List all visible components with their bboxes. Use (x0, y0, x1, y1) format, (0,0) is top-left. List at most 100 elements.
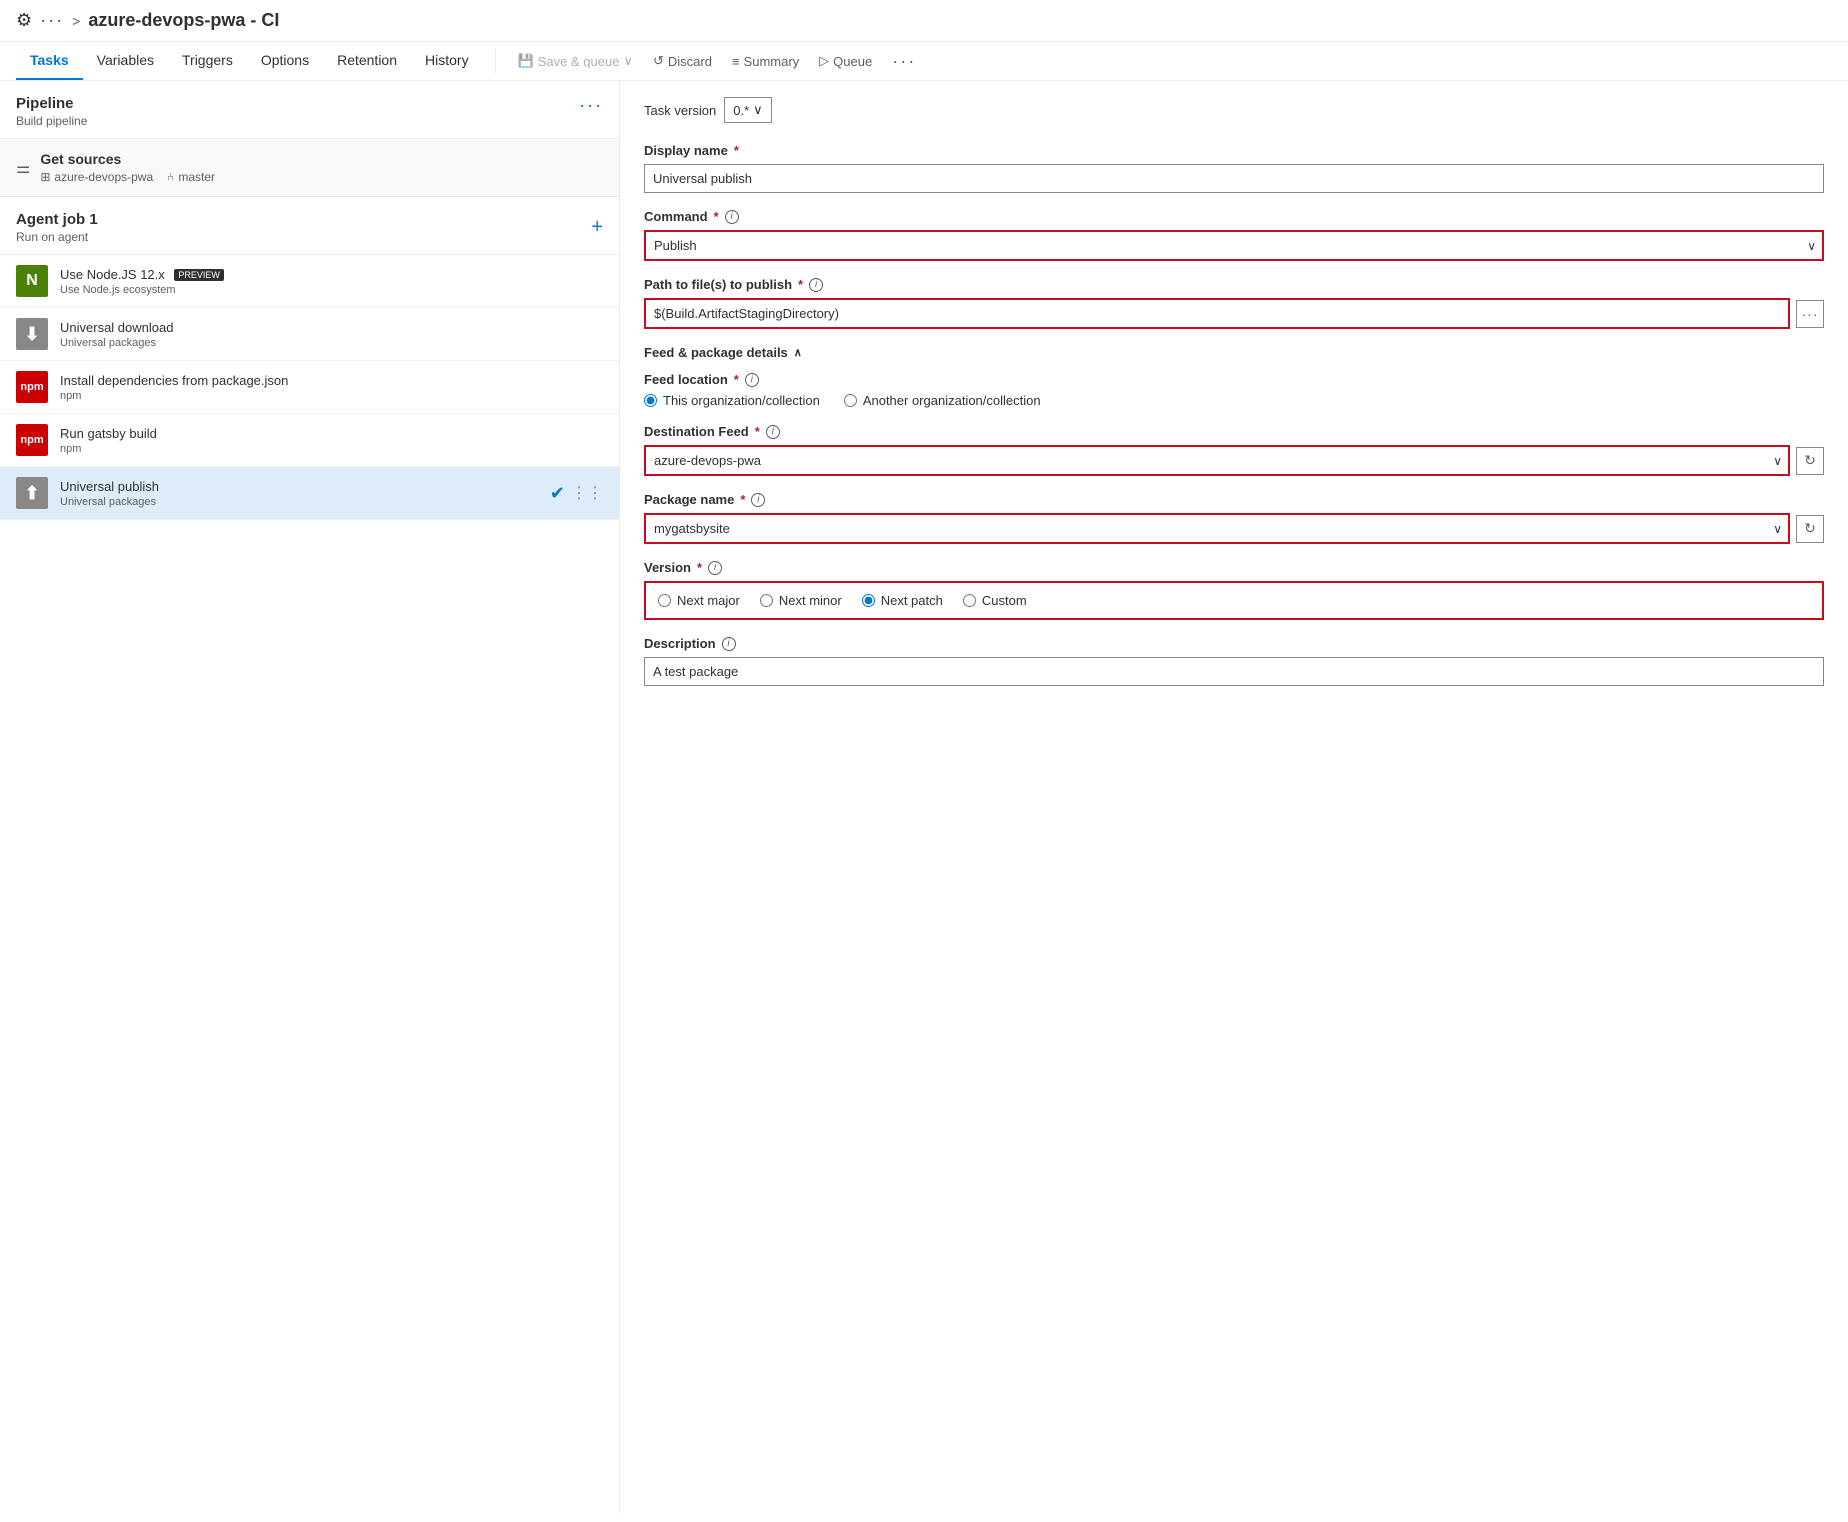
tab-variables[interactable]: Variables (83, 42, 168, 80)
tab-triggers[interactable]: Triggers (168, 42, 247, 80)
version-info-icon[interactable]: i (708, 561, 722, 575)
summary-button[interactable]: ≡ Summary (722, 48, 809, 75)
description-label: Description i (644, 636, 1824, 651)
package-name-wrap: mygatsbysite ∨ ↻ (644, 513, 1824, 544)
universal-publish-icon: ⬆ (16, 477, 48, 509)
task-grip-icon: ⋮⋮ (571, 483, 603, 503)
dest-feed-info-icon[interactable]: i (766, 425, 780, 439)
install-deps-info: Install dependencies from package.json n… (60, 373, 603, 402)
version-custom-radio[interactable] (963, 594, 976, 607)
feed-package-section-header[interactable]: Feed & package details ∧ (644, 345, 1824, 360)
command-label: Command * i (644, 209, 1824, 224)
get-sources-section[interactable]: ⚌ Get sources ⊞ azure-devops-pwa ⑃ maste… (0, 139, 619, 197)
task-item-universal-download[interactable]: ⬇ Universal download Universal packages (0, 308, 619, 361)
version-next-minor-radio[interactable] (760, 594, 773, 607)
get-sources-info: Get sources ⊞ azure-devops-pwa ⑃ master (40, 151, 215, 184)
task-version-row: Task version 0.* ∨ (644, 97, 1824, 123)
command-group: Command * i Publish Download ∨ (644, 209, 1824, 261)
repo-name: azure-devops-pwa (54, 170, 153, 184)
task-item-nodejs[interactable]: N Use Node.JS 12.x PREVIEW Use Node.js e… (0, 255, 619, 308)
nodejs-icon: N (16, 265, 48, 297)
version-label: Version * i (644, 560, 1824, 575)
version-next-major[interactable]: Next major (658, 593, 740, 608)
branch-meta: ⑃ master (167, 170, 215, 184)
version-required: * (697, 560, 702, 575)
path-more-button[interactable]: ··· (1796, 300, 1824, 328)
destination-feed-refresh-button[interactable]: ↻ (1796, 447, 1824, 475)
universal-download-icon: ⬇ (16, 318, 48, 350)
version-group: Version * i Next major Next minor (644, 560, 1824, 620)
description-input[interactable] (644, 657, 1824, 686)
breadcrumb-chevron: > (72, 13, 80, 29)
task-item-universal-publish[interactable]: ⬆ Universal publish Universal packages ✔… (0, 467, 619, 520)
path-to-files-label: Path to file(s) to publish * i (644, 277, 1824, 292)
tab-options[interactable]: Options (247, 42, 323, 80)
install-deps-task-name: Install dependencies from package.json (60, 373, 603, 388)
feed-location-another-org[interactable]: Another organization/collection (844, 393, 1041, 408)
gatsby-build-icon: npm (16, 424, 48, 456)
destination-feed-select[interactable]: azure-devops-pwa (644, 445, 1790, 476)
feed-location-another-org-radio[interactable] (844, 394, 857, 407)
path-info-icon[interactable]: i (809, 278, 823, 292)
version-next-minor[interactable]: Next minor (760, 593, 842, 608)
main-layout: Pipeline Build pipeline ··· ⚌ Get source… (0, 81, 1848, 1513)
branch-name: master (178, 170, 215, 184)
task-version-label: Task version (644, 103, 716, 118)
nodejs-task-name: Use Node.JS 12.x PREVIEW (60, 267, 603, 282)
pipeline-dots-button[interactable]: ··· (579, 95, 603, 116)
pipeline-info: Pipeline Build pipeline (16, 95, 87, 128)
path-required: * (798, 277, 803, 292)
nodejs-task-subtitle: Use Node.js ecosystem (60, 284, 603, 296)
universal-publish-task-name: Universal publish (60, 479, 538, 494)
display-name-input[interactable] (644, 164, 1824, 193)
feed-location-required: * (734, 372, 739, 387)
left-panel: Pipeline Build pipeline ··· ⚌ Get source… (0, 81, 620, 1513)
version-next-major-radio[interactable] (658, 594, 671, 607)
save-queue-button[interactable]: 💾 Save & queue ∨ (508, 47, 643, 75)
command-info-icon[interactable]: i (725, 210, 739, 224)
nodejs-info: Use Node.JS 12.x PREVIEW Use Node.js eco… (60, 267, 603, 296)
description-info-icon[interactable]: i (722, 637, 736, 651)
discard-button[interactable]: ↺ Discard (643, 47, 722, 75)
package-name-label: Package name * i (644, 492, 1824, 507)
version-next-patch-radio[interactable] (862, 594, 875, 607)
task-item-gatsby-build[interactable]: npm Run gatsby build npm (0, 414, 619, 467)
feed-location-this-org-radio[interactable] (644, 394, 657, 407)
version-next-patch[interactable]: Next patch (862, 593, 943, 608)
nav-more-button[interactable]: ··· (882, 45, 926, 78)
page-title: azure-devops-pwa - CI (88, 10, 279, 31)
task-version-select[interactable]: 0.* ∨ (724, 97, 771, 123)
tab-tasks[interactable]: Tasks (16, 42, 83, 80)
universal-publish-task-subtitle: Universal packages (60, 496, 538, 508)
pkg-name-info-icon[interactable]: i (751, 493, 765, 507)
description-group: Description i (644, 636, 1824, 686)
breadcrumb-dots[interactable]: ··· (40, 10, 64, 31)
command-select[interactable]: Publish Download (644, 230, 1824, 261)
save-queue-chevron: ∨ (623, 53, 633, 69)
universal-download-task-name: Universal download (60, 320, 603, 335)
gatsby-build-info: Run gatsby build npm (60, 426, 603, 455)
destination-feed-label: Destination Feed * i (644, 424, 1824, 439)
path-to-files-input[interactable] (644, 298, 1790, 329)
version-custom[interactable]: Custom (963, 593, 1027, 608)
discard-icon: ↺ (653, 53, 664, 69)
pipeline-header: Pipeline Build pipeline ··· (0, 81, 619, 139)
add-task-button[interactable]: + (591, 216, 603, 239)
version-radio-group: Next major Next minor Next patch Custom (644, 581, 1824, 620)
feed-location-label: Feed location * i (644, 372, 1824, 387)
feed-location-this-org[interactable]: This organization/collection (644, 393, 820, 408)
task-item-install-deps[interactable]: npm Install dependencies from package.js… (0, 361, 619, 414)
get-sources-label: Get sources (40, 151, 215, 167)
filter-icon: ⚌ (16, 158, 30, 178)
summary-icon: ≡ (732, 54, 740, 69)
tab-history[interactable]: History (411, 42, 483, 80)
package-name-select[interactable]: mygatsbysite (644, 513, 1790, 544)
pkg-name-required: * (740, 492, 745, 507)
tab-retention[interactable]: Retention (323, 42, 411, 80)
destination-feed-group: Destination Feed * i azure-devops-pwa ∨ … (644, 424, 1824, 476)
package-name-refresh-button[interactable]: ↻ (1796, 515, 1824, 543)
feed-location-info-icon[interactable]: i (745, 373, 759, 387)
display-name-required: * (734, 143, 739, 158)
branch-icon: ⑃ (167, 170, 174, 184)
queue-button[interactable]: ▷ Queue (809, 47, 882, 75)
